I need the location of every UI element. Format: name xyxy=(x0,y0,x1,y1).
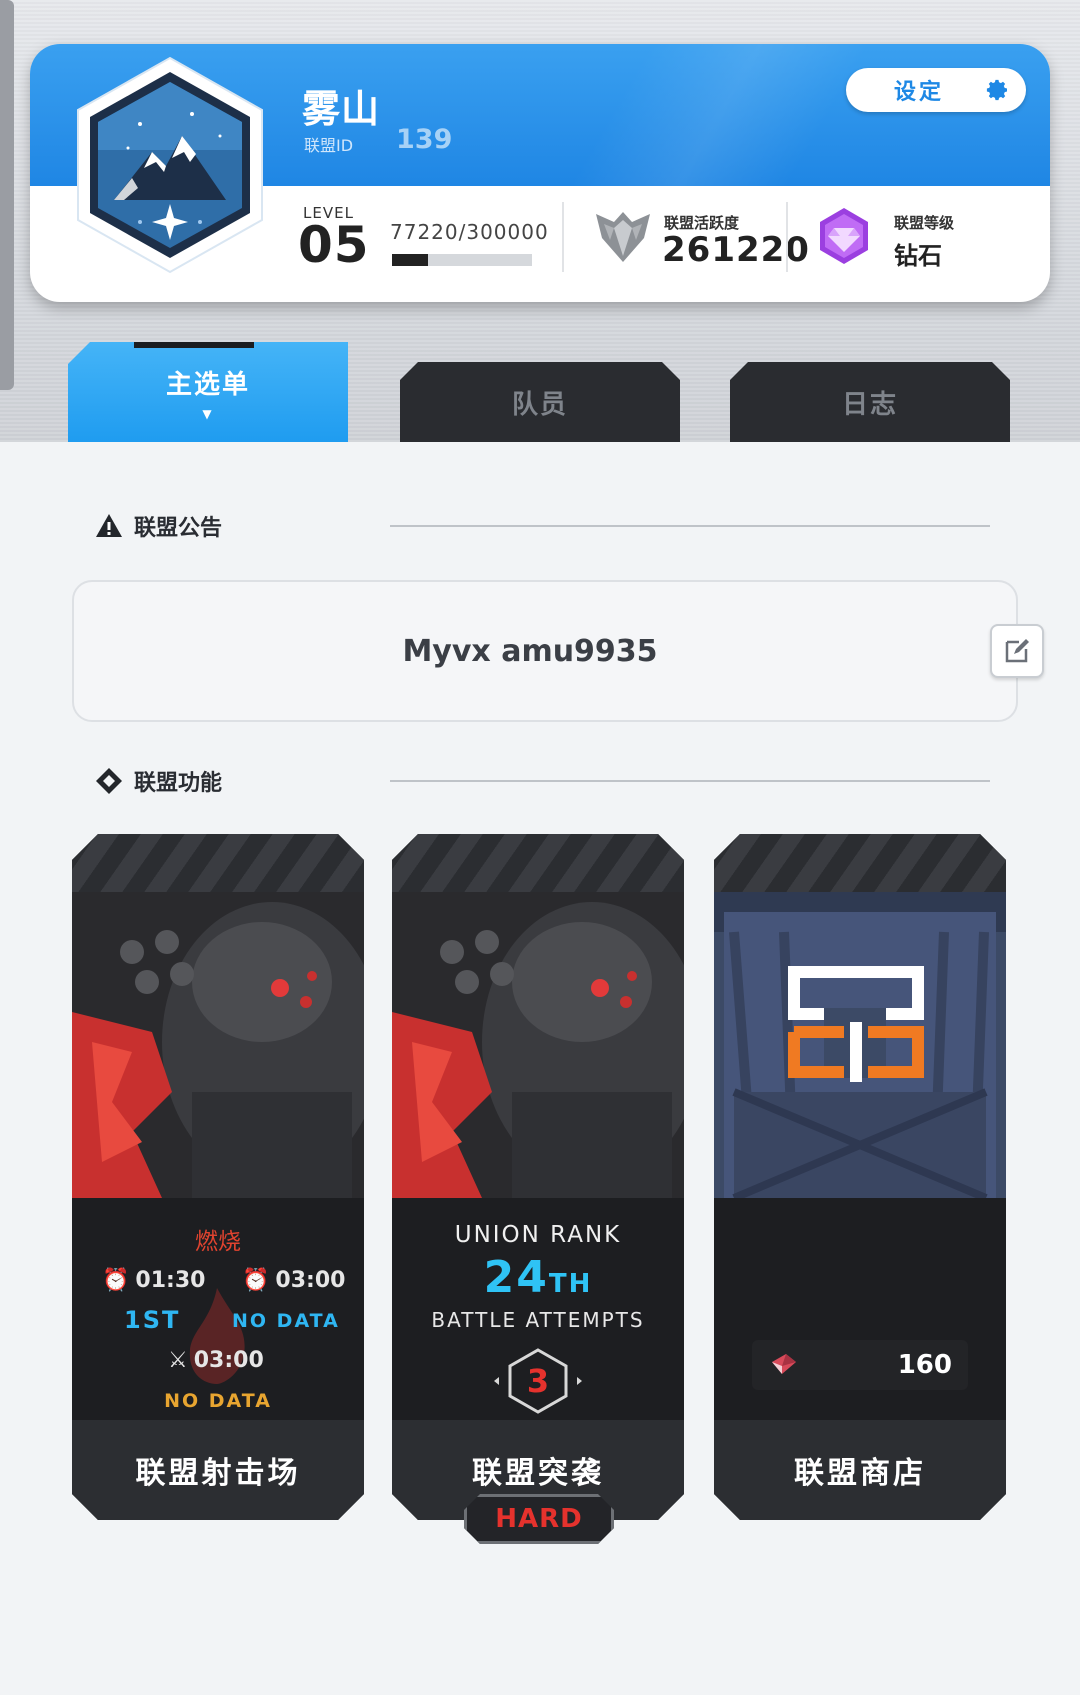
tab-label: 日志 xyxy=(841,389,898,420)
alarm-clock-icon: ⏰ xyxy=(102,1268,130,1293)
exp-text: 77220/300000 xyxy=(390,220,549,244)
union-rank-number: 24 xyxy=(483,1252,549,1303)
hazard-stripe xyxy=(392,834,684,892)
boss-mech-image xyxy=(72,892,364,1198)
shop-storefront-image xyxy=(714,892,1006,1198)
section-divider xyxy=(390,525,990,527)
edit-notice-button[interactable] xyxy=(990,624,1044,678)
crossed-swords-icon: ⚔ xyxy=(168,1348,188,1373)
notice-title: 联盟公告 xyxy=(134,516,223,541)
alarm-clock-icon: ⏰ xyxy=(242,1268,270,1293)
burn-label: 燃烧 xyxy=(195,1229,241,1255)
rank-label: 联盟等级 xyxy=(894,214,955,232)
timer: ⏰ 01:30 xyxy=(102,1268,205,1293)
features-section-header: 联盟功能 xyxy=(94,765,222,797)
notice-section-header: 联盟公告 xyxy=(94,510,222,542)
notice-box: Myvx amu9935 xyxy=(72,580,1018,722)
union-shop-card[interactable]: 160 联盟商店 xyxy=(714,834,1006,1520)
timer: ⏰ 03:00 xyxy=(242,1268,345,1293)
union-id-label: 联盟ID xyxy=(304,136,354,155)
tab-label: 主选单 xyxy=(165,369,250,400)
gear-icon xyxy=(986,79,1007,101)
rank-value: 钻石 xyxy=(894,242,942,270)
battle-attempts-counter: 3 xyxy=(488,1346,588,1416)
union-info-card: 雾山 联盟ID 139 设定 LEVEL 05 77220/300000 联盟活… xyxy=(30,44,1050,302)
warning-icon xyxy=(96,514,122,537)
diamond-outline-icon xyxy=(96,768,122,794)
union-coin-icon xyxy=(768,1352,798,1376)
diamond-rank-icon xyxy=(820,208,868,264)
union-rank-label: UNION RANK xyxy=(454,1222,622,1248)
side-handle xyxy=(0,0,14,390)
section-divider xyxy=(390,780,990,782)
card-title: 联盟商店 xyxy=(714,1420,1006,1520)
card-title: 联盟射击场 xyxy=(72,1420,364,1520)
union-coin-balance: 160 xyxy=(752,1340,968,1390)
battle-attempts-label: BATTLE ATTEMPTS xyxy=(431,1308,645,1332)
activity-shield-icon xyxy=(596,212,650,262)
rank-result: NO DATA xyxy=(164,1390,272,1412)
tab-label: 队员 xyxy=(511,389,568,420)
exp-progress-bar xyxy=(392,254,532,266)
tab-main-menu[interactable]: 主选单 ▼ xyxy=(68,342,348,442)
difficulty-badge: HARD xyxy=(464,1494,614,1544)
divider xyxy=(786,202,788,272)
union-coin-amount: 160 xyxy=(897,1350,952,1380)
level-value: 05 xyxy=(298,216,370,274)
union-id-value: 139 xyxy=(396,124,453,155)
exp-progress-fill xyxy=(392,254,429,266)
timer-value: 03:00 xyxy=(193,1348,264,1373)
boss-mech-image xyxy=(392,892,684,1198)
union-rank-value: 24TH xyxy=(392,1252,684,1303)
notice-text: Myvx amu9935 xyxy=(402,633,658,669)
tab-notch xyxy=(134,342,254,348)
battle-attempts-value: 3 xyxy=(526,1362,550,1400)
hazard-stripe xyxy=(72,834,364,892)
features-title: 联盟功能 xyxy=(134,771,223,796)
timer-value: 03:00 xyxy=(275,1268,346,1293)
settings-label: 设定 xyxy=(894,80,945,105)
tab-members[interactable]: 队员 xyxy=(400,362,680,442)
union-name: 雾山 xyxy=(302,87,381,131)
tab-log[interactable]: 日志 xyxy=(730,362,1010,442)
rank-result: NO DATA xyxy=(232,1310,340,1332)
caret-down-icon: ▼ xyxy=(202,406,214,421)
edit-icon xyxy=(1005,639,1029,663)
union-rank-suffix: TH xyxy=(548,1269,593,1299)
hazard-stripe xyxy=(714,834,1006,892)
shop-info: 160 xyxy=(714,1198,1006,1420)
rank-result: 1ST xyxy=(124,1306,181,1334)
divider xyxy=(562,202,564,272)
raid-info: UNION RANK 24TH BATTLE ATTEMPTS 3 xyxy=(392,1198,684,1420)
union-emblem-icon xyxy=(77,56,263,274)
settings-button[interactable]: 设定 xyxy=(846,68,1026,112)
timer-value: 01:30 xyxy=(135,1268,206,1293)
timer: ⚔ 03:00 xyxy=(168,1348,264,1373)
union-shooting-range-card[interactable]: 燃烧 ⏰ 01:30 ⏰ 03:00 1ST NO DATA ⚔ 03:00 N… xyxy=(72,834,364,1520)
shooting-range-info: 燃烧 ⏰ 01:30 ⏰ 03:00 1ST NO DATA ⚔ 03:00 N… xyxy=(72,1198,364,1420)
union-raid-card[interactable]: UNION RANK 24TH BATTLE ATTEMPTS 3 联盟突袭 xyxy=(392,834,684,1520)
